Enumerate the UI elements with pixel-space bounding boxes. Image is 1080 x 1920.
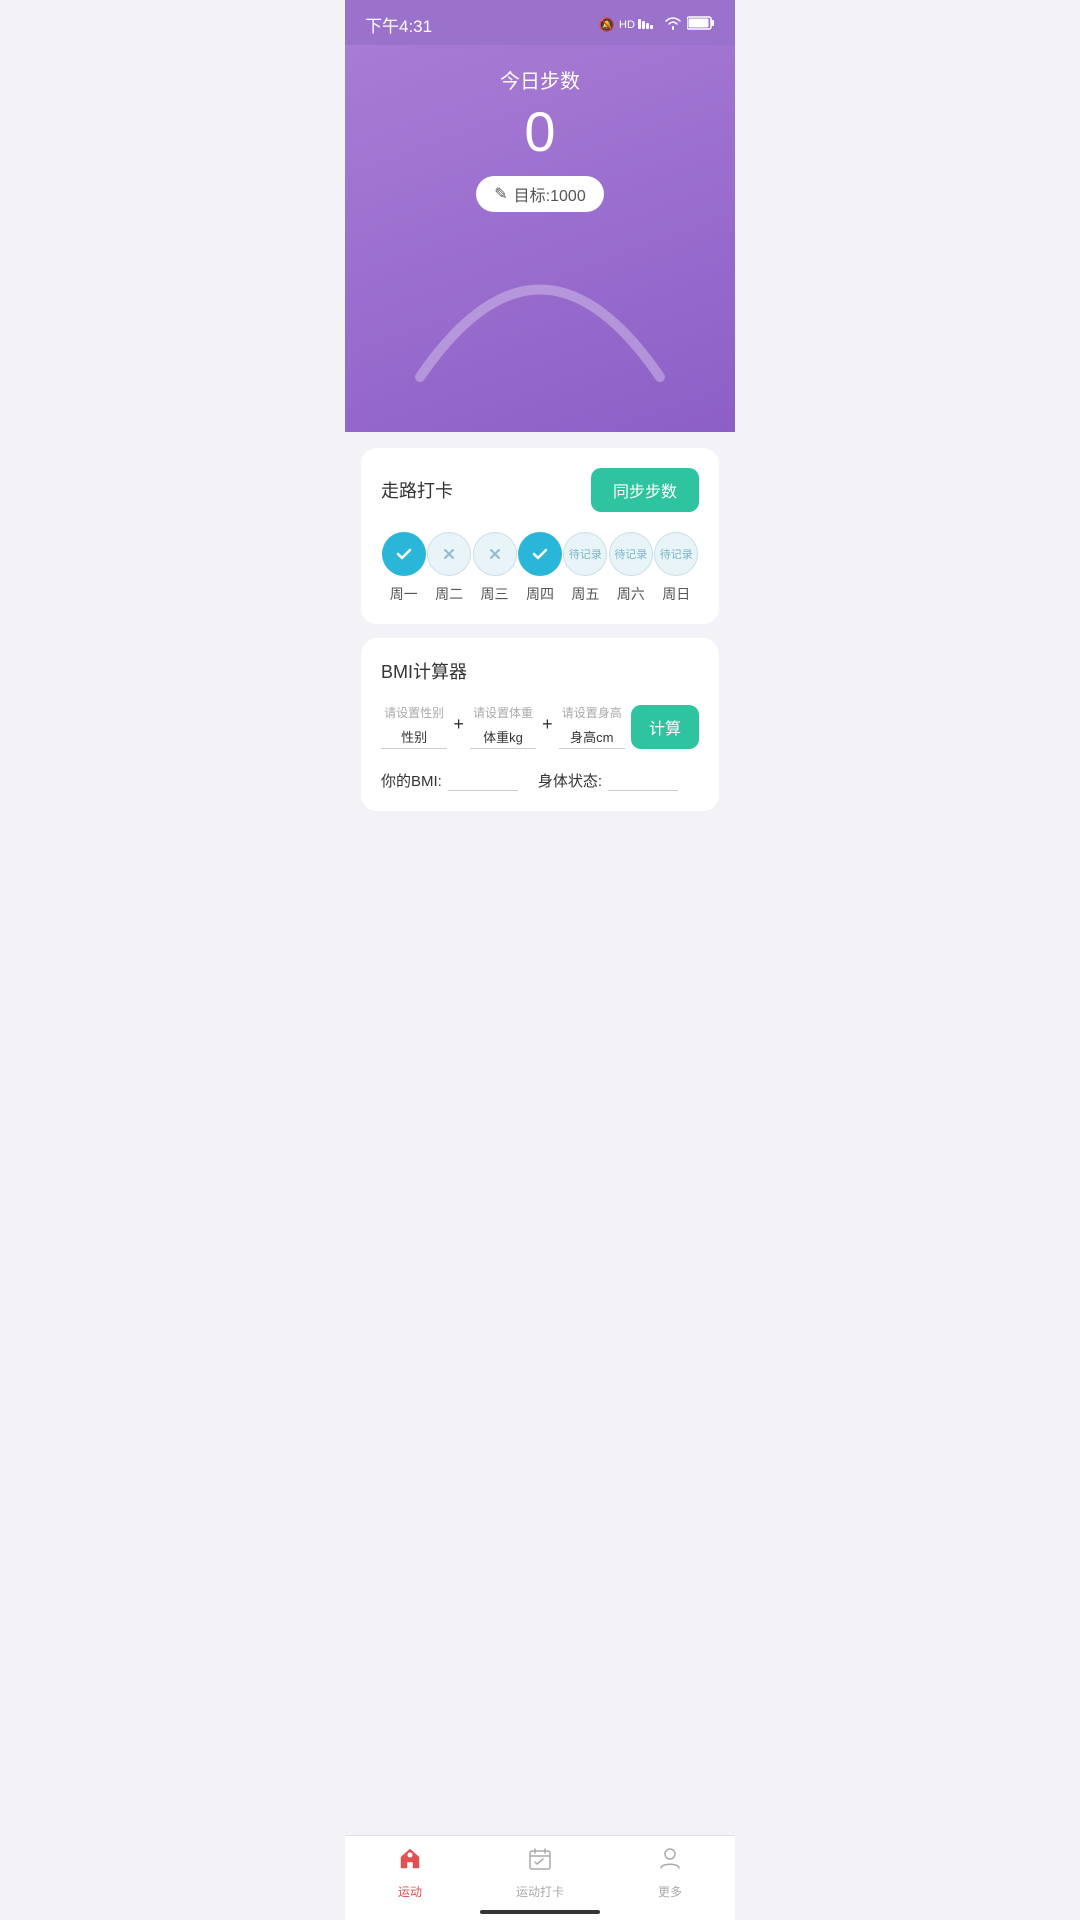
home-indicator	[480, 1910, 600, 1914]
plus-1: +	[453, 714, 464, 739]
nav-label-sport: 运动	[398, 1883, 422, 1900]
hero-section: 今日步数 0 ✎ 目标:1000	[345, 45, 735, 432]
weight-value[interactable]: 体重kg	[470, 725, 536, 749]
day-item-fri: 待记录 周五	[563, 532, 608, 604]
day-label-mon: 周一	[390, 584, 418, 604]
nav-label-checkin: 运动打卡	[516, 1883, 564, 1900]
more-icon	[657, 1846, 683, 1879]
day-label-wed: 周三	[481, 584, 509, 604]
day-item-thu: 周四	[517, 532, 562, 604]
goal-text: 目标:1000	[514, 182, 586, 206]
bmi-title: BMI计算器	[381, 658, 699, 684]
day-circle-tue	[427, 532, 471, 576]
hero-goal[interactable]: ✎ 目标:1000	[476, 176, 603, 212]
day-item-sat: 待记录 周六	[608, 532, 653, 604]
day-label-fri: 周五	[571, 584, 599, 604]
edit-icon: ✎	[494, 184, 507, 204]
day-label-sun: 周日	[662, 584, 690, 604]
hero-title: 今日步数	[365, 65, 715, 94]
gender-field[interactable]: 请设置性别 性别	[381, 704, 447, 749]
height-placeholder: 请设置身高	[562, 704, 622, 721]
walk-title: 走路打卡	[381, 477, 453, 503]
day-item-sun: 待记录 周日	[654, 532, 699, 604]
bmi-result-value	[448, 769, 518, 791]
notification-icon: 🔕	[599, 17, 615, 33]
day-circle-mon	[382, 532, 426, 576]
bmi-card: BMI计算器 请设置性别 性别 + 请设置体重 体重kg + 请设置身高 身高c…	[361, 638, 719, 811]
step-arc	[400, 232, 680, 372]
day-circle-sat: 待记录	[609, 532, 653, 576]
signal-icon: HD	[619, 15, 659, 34]
day-item-mon: 周一	[381, 532, 426, 604]
gender-value[interactable]: 性别	[381, 725, 447, 749]
bmi-status-item: 身体状态:	[538, 769, 678, 791]
plus-2: +	[542, 714, 553, 739]
battery-icon	[687, 15, 715, 34]
hero-steps: 0	[365, 104, 715, 160]
nav-item-more[interactable]: 更多	[605, 1846, 735, 1900]
bottom-nav: 运动 运动打卡 更多	[345, 1835, 735, 1920]
day-circle-thu	[518, 532, 562, 576]
status-icons: 🔕 HD	[599, 15, 715, 34]
sport-icon	[397, 1846, 423, 1879]
walk-checkin-card: 走路打卡 同步步数 周一 周二 周	[361, 448, 719, 624]
sync-steps-button[interactable]: 同步步数	[591, 468, 699, 512]
nav-label-more: 更多	[658, 1883, 682, 1900]
status-time: 下午4:31	[365, 12, 432, 37]
wifi-icon	[663, 15, 683, 34]
day-circle-fri: 待记录	[563, 532, 607, 576]
bmi-inputs: 请设置性别 性别 + 请设置体重 体重kg + 请设置身高 身高cm 计算	[381, 704, 699, 749]
calculate-button[interactable]: 计算	[631, 705, 699, 749]
main-content: 走路打卡 同步步数 周一 周二 周	[345, 432, 735, 925]
days-row: 周一 周二 周三 周四	[381, 532, 699, 604]
day-label-sat: 周六	[617, 584, 645, 604]
day-label-thu: 周四	[526, 584, 554, 604]
status-bar: 下午4:31 🔕 HD	[345, 0, 735, 45]
height-field[interactable]: 请设置身高 身高cm	[559, 704, 625, 749]
bmi-label: 你的BMI:	[381, 770, 442, 791]
nav-item-checkin[interactable]: 运动打卡	[475, 1846, 605, 1900]
svg-text:HD: HD	[619, 19, 635, 31]
bmi-result: 你的BMI: 身体状态:	[381, 769, 699, 791]
checkin-icon	[527, 1846, 553, 1879]
day-label-tue: 周二	[435, 584, 463, 604]
height-value[interactable]: 身高cm	[559, 725, 625, 749]
gender-placeholder: 请设置性别	[384, 704, 444, 721]
weight-field[interactable]: 请设置体重 体重kg	[470, 704, 536, 749]
nav-item-sport[interactable]: 运动	[345, 1846, 475, 1900]
bmi-value-item: 你的BMI:	[381, 769, 518, 791]
day-item-tue: 周二	[426, 532, 471, 604]
day-circle-sun: 待记录	[654, 532, 698, 576]
weight-placeholder: 请设置体重	[473, 704, 533, 721]
day-item-wed: 周三	[472, 532, 517, 604]
bmi-status-label: 身体状态:	[538, 770, 602, 791]
walk-header: 走路打卡 同步步数	[381, 468, 699, 512]
bmi-status-value	[608, 769, 678, 791]
day-circle-wed	[473, 532, 517, 576]
